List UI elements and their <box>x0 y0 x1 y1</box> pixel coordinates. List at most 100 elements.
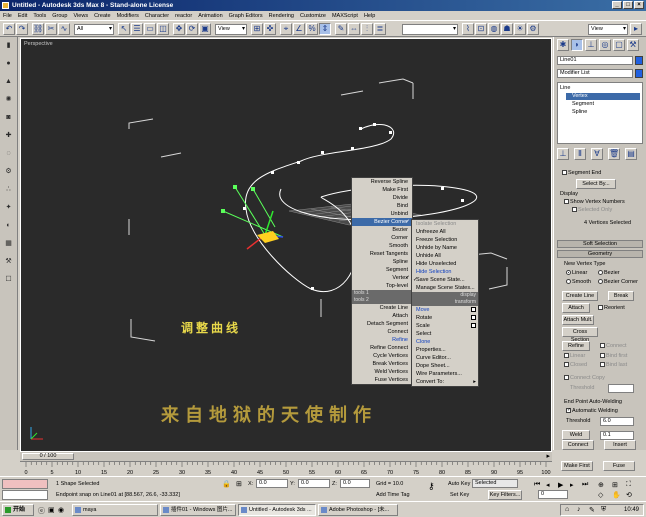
quad-item-select[interactable]: Select <box>412 330 478 338</box>
menu-views[interactable]: Views <box>74 13 89 19</box>
cross-section-button[interactable]: Cross Section <box>562 327 598 343</box>
vertex-type-bezier-corner-radio[interactable]: Bezier Corner <box>598 279 638 285</box>
mirror-icon[interactable]: ⇔ <box>348 23 360 35</box>
maxscript-input[interactable] <box>2 490 48 500</box>
quad-item-detach-segment[interactable]: Detach Segment <box>352 320 412 328</box>
vertex-type-bezier-radio[interactable]: Bezier <box>598 270 620 276</box>
show-vertex-numbers-checkbox[interactable]: Show Vertex Numbers <box>564 199 625 205</box>
schematic-view-icon[interactable]: ⊡ <box>475 23 487 35</box>
snap-toggle-icon[interactable]: ⌖ <box>280 23 292 35</box>
quad-item-connect[interactable]: Connect <box>352 328 412 336</box>
quad-item-move[interactable]: Move <box>412 306 478 314</box>
rect-selection-icon[interactable]: ▭ <box>144 23 156 35</box>
quad-item-hide-selection[interactable]: Hide Selection <box>412 268 478 276</box>
attach-button[interactable]: Attach <box>562 303 590 313</box>
pin-stack-icon[interactable]: ⊥ <box>557 148 569 160</box>
quad-item-smooth[interactable]: Smooth <box>352 242 412 250</box>
menu-graph-editors[interactable]: Graph Editors <box>229 13 263 19</box>
quad-item-attach[interactable]: Attach <box>352 312 412 320</box>
task-photoshop[interactable]: Adobe Photoshop - [未... <box>318 504 398 516</box>
menu-reactor[interactable]: reactor <box>175 13 192 19</box>
prev-frame-icon[interactable]: ◂ <box>546 481 550 489</box>
refine-button[interactable]: Refine <box>562 341 590 351</box>
quad-item-reverse-spline[interactable]: Reverse Spline <box>352 178 412 186</box>
quad-item-manage-scene-states[interactable]: Manage Scene States... <box>412 284 478 292</box>
create-tab-icon[interactable]: ✱ <box>557 39 569 51</box>
percent-snap-icon[interactable]: % <box>306 23 318 35</box>
quicklaunch-desktop-icon[interactable]: ▣ <box>48 506 55 514</box>
segment-end-checkbox[interactable]: Segment End <box>562 170 601 176</box>
quad-item-bind[interactable]: Bind <box>352 202 412 210</box>
modifier-icon[interactable]: ✦ <box>3 203 14 213</box>
y-coord-field[interactable]: 0.0 <box>298 479 330 488</box>
set-key-button[interactable]: Set Key <box>450 492 469 498</box>
shape-icon[interactable]: ◌ <box>3 149 14 159</box>
rollout-soft-selection[interactable]: Soft Selection <box>557 240 643 248</box>
minimize-button[interactable]: _ <box>612 1 622 9</box>
time-slider-thumb[interactable]: 0 / 100 <box>22 453 74 460</box>
viewport-label[interactable]: Perspective <box>24 41 53 47</box>
quad-item-refine-connect[interactable]: Refine Connect <box>352 344 412 352</box>
remove-modifier-icon[interactable]: 🗑 <box>608 148 620 160</box>
select-link-icon[interactable]: ⛓ <box>32 23 44 35</box>
tray-ime-icon[interactable]: ✎ <box>589 506 595 514</box>
tray-volume-icon[interactable]: ♪ <box>577 506 581 513</box>
menu-rendering[interactable]: Rendering <box>269 13 294 19</box>
task-image-viewer[interactable]: 插件01 - Windows 图片... <box>160 504 236 516</box>
render-icon[interactable]: ☐ <box>3 275 14 285</box>
closed-checkbox[interactable]: Closed <box>564 362 587 368</box>
attach-mult-button[interactable]: Attach Mult. <box>562 315 594 325</box>
active-shade-icon[interactable]: ⚙ <box>527 23 539 35</box>
weld-threshold-field[interactable]: 0.1 <box>600 431 634 440</box>
quad-item-unfreeze-all[interactable]: Unfreeze All <box>412 228 478 236</box>
menu-maxscript[interactable]: MAXScript <box>332 13 358 19</box>
curve-editor-icon[interactable]: ⌇ <box>462 23 474 35</box>
render-scene-icon[interactable]: ☗ <box>501 23 513 35</box>
viewport-perspective[interactable]: Perspective 调整曲线 来自地狱的天使制作 Reverse Splin… <box>20 38 552 452</box>
render-last-icon[interactable]: ▸ <box>630 23 642 35</box>
modifier-stack[interactable]: Line Vertex Segment Spline <box>557 82 643 144</box>
system-icon[interactable]: ⚙ <box>3 167 14 177</box>
current-frame-field[interactable]: 0 <box>538 490 568 499</box>
auto-key-button[interactable]: Auto Key <box>448 481 470 487</box>
object-color-swatch[interactable] <box>635 56 643 65</box>
display-icon[interactable]: ▦ <box>3 239 14 249</box>
settings-box-icon[interactable] <box>471 307 476 312</box>
play-icon[interactable]: ▶ <box>558 481 563 489</box>
connect-copy-threshold-field[interactable] <box>608 384 634 393</box>
quad-item-properties[interactable]: Properties... <box>412 346 478 354</box>
menu-edit[interactable]: Edit <box>18 13 27 19</box>
quad-item-reset-tangents[interactable]: Reset Tangents <box>352 250 412 258</box>
quad-item-break-vertices[interactable]: Break Vertices <box>352 360 412 368</box>
fuse-button[interactable]: Fuse <box>603 461 635 471</box>
connect-button[interactable]: Connect <box>562 440 594 450</box>
field-of-view-icon[interactable]: ◇ <box>598 491 603 499</box>
arc-rotate-icon[interactable]: ⟲ <box>626 491 632 499</box>
close-button[interactable]: × <box>634 1 644 9</box>
spinner-snap-icon[interactable]: ⇕ <box>319 23 331 35</box>
bind-space-warp-icon[interactable]: ∿ <box>58 23 70 35</box>
quad-item-clone[interactable]: Clone <box>412 338 478 346</box>
light-icon[interactable]: ✺ <box>3 95 14 105</box>
automatic-welding-checkbox[interactable]: Automatic Welding <box>566 407 618 414</box>
quad-item-convert-to[interactable]: Convert To: ▸ <box>412 378 478 386</box>
motion-tab-icon[interactable]: ◎ <box>599 39 611 51</box>
goto-start-icon[interactable]: ⏮ <box>534 481 540 489</box>
menu-modifiers[interactable]: Modifiers <box>117 13 139 19</box>
quicklaunch-media-icon[interactable]: ◉ <box>58 506 64 514</box>
quad-item-unbind[interactable]: Unbind <box>352 210 412 218</box>
selected-only-checkbox[interactable]: Selected Only <box>572 207 612 213</box>
linear-checkbox[interactable]: Linear <box>564 353 585 359</box>
time-slider[interactable]: 0 / 100 ▸ <box>20 452 552 461</box>
display-tab-icon[interactable]: ▢ <box>613 39 625 51</box>
menu-group[interactable]: Group <box>52 13 67 19</box>
show-end-result-icon[interactable]: Ⅱ <box>574 148 586 160</box>
insert-button[interactable]: Insert <box>604 440 636 450</box>
quad-item-isolate-selection[interactable]: Isolate Selection <box>412 220 478 228</box>
z-coord-field[interactable]: 0.0 <box>340 479 370 488</box>
named-selection-icon[interactable]: ✎ <box>335 23 347 35</box>
quad-item-unhide-by-name[interactable]: Unhide by Name <box>412 244 478 252</box>
quad-item-refine[interactable]: Refine <box>352 336 412 344</box>
motion-icon[interactable]: ◐ <box>3 221 14 231</box>
particle-icon[interactable]: ∴ <box>3 185 14 195</box>
